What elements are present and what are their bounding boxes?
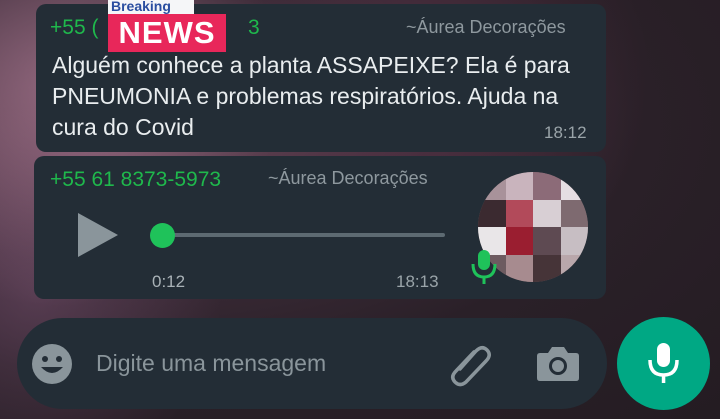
paperclip-icon[interactable] bbox=[446, 339, 496, 389]
breaking-label: Breaking bbox=[108, 0, 194, 14]
sender-pushname: ~Áurea Decorações bbox=[406, 17, 566, 37]
microphone-icon bbox=[648, 343, 679, 383]
message-input[interactable]: Digite uma mensagem bbox=[96, 350, 326, 377]
sender-phone-suffix[interactable]: 3 bbox=[248, 16, 260, 40]
audio-seek-handle[interactable] bbox=[150, 223, 175, 248]
sender-phone[interactable]: +55 61 8373-5973 bbox=[50, 168, 221, 192]
sender-phone-prefix[interactable]: +55 ( bbox=[50, 16, 98, 40]
audio-elapsed: 0:12 bbox=[152, 272, 186, 291]
sender-pushname: ~Áurea Decorações bbox=[268, 168, 428, 188]
voice-record-button[interactable] bbox=[617, 317, 710, 410]
emoji-icon[interactable] bbox=[31, 343, 73, 385]
microphone-icon bbox=[471, 250, 497, 284]
audio-progress-track[interactable] bbox=[160, 233, 445, 237]
message-timestamp: 18:12 bbox=[544, 123, 587, 142]
message-text: Alguém conhece a planta ASSAPEIXE? Ela é… bbox=[52, 52, 570, 140]
message-timestamp: 18:13 bbox=[396, 272, 439, 291]
camera-icon[interactable] bbox=[536, 343, 580, 383]
news-label: NEWS bbox=[108, 14, 226, 52]
play-icon[interactable] bbox=[76, 213, 118, 257]
